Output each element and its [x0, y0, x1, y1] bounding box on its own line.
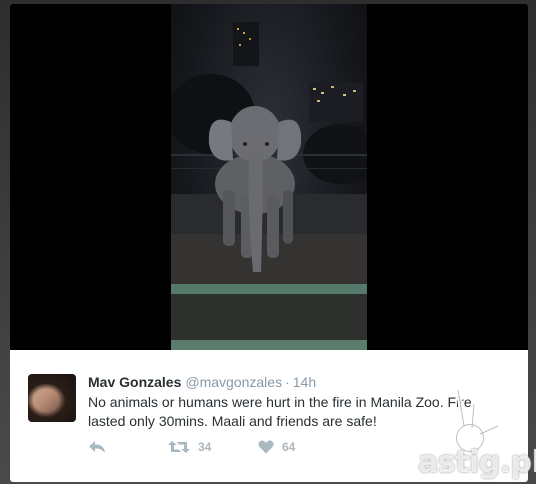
retweet-button[interactable]: 34 [168, 440, 211, 454]
reply-icon [88, 440, 106, 454]
tweet-header: Mav Gonzales @mavgonzales · 14h [88, 374, 316, 390]
heart-icon [258, 440, 274, 454]
retweet-count: 34 [198, 440, 212, 454]
avatar[interactable] [28, 374, 76, 422]
user-handle[interactable]: @mavgonzales [185, 374, 282, 390]
tweet-photo[interactable] [171, 4, 367, 350]
user-name[interactable]: Mav Gonzales [88, 374, 181, 390]
separator: · [285, 374, 290, 390]
tweet-actions: 34 64 [88, 440, 348, 458]
media-lightbox: Mav Gonzales @mavgonzales · 14h No animals … [10, 4, 528, 482]
watermark-text: astig.ph [418, 445, 536, 480]
retweet-icon [168, 440, 190, 454]
elephant-photo-image [171, 22, 367, 350]
like-count: 64 [282, 440, 296, 454]
like-button[interactable]: 64 [258, 440, 295, 454]
tweet-timestamp[interactable]: 14h [293, 374, 316, 390]
tweet-text: No animals or humans were hurt in the fi… [88, 394, 472, 429]
reply-button[interactable] [88, 440, 106, 454]
